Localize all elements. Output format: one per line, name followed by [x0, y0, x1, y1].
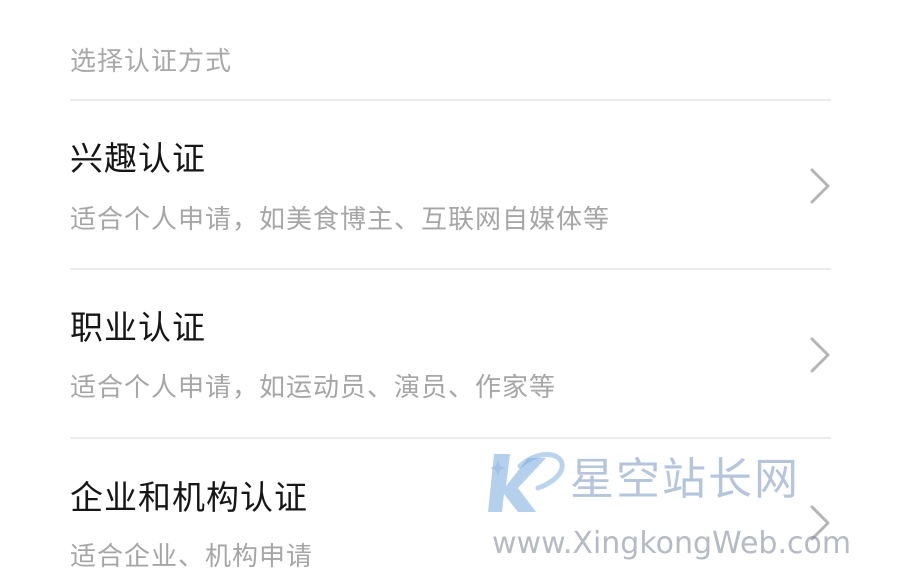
chevron-right-icon — [810, 505, 830, 541]
option-description: 适合个人申请，如运动员、演员、作家等 — [70, 373, 557, 403]
option-description: 适合企业、机构申请 — [70, 542, 314, 572]
option-interest-verification[interactable]: 兴趣认证 适合个人申请，如美食博主、互联网自媒体等 — [0, 101, 897, 269]
option-title: 兴趣认证 — [70, 139, 206, 178]
option-enterprise-verification[interactable]: 企业和机构认证 适合企业、机构申请 — [0, 439, 897, 583]
option-title: 企业和机构认证 — [70, 478, 308, 517]
option-description: 适合个人申请，如美食博主、互联网自媒体等 — [70, 205, 611, 235]
section-header: 选择认证方式 — [70, 47, 233, 77]
option-title: 职业认证 — [70, 308, 206, 347]
chevron-right-icon — [810, 168, 830, 204]
option-professional-verification[interactable]: 职业认证 适合个人申请，如运动员、演员、作家等 — [0, 270, 897, 438]
verification-method-page: 选择认证方式 兴趣认证 适合个人申请，如美食博主、互联网自媒体等 职业认证 适合… — [0, 0, 897, 583]
chevron-right-icon — [810, 337, 830, 373]
